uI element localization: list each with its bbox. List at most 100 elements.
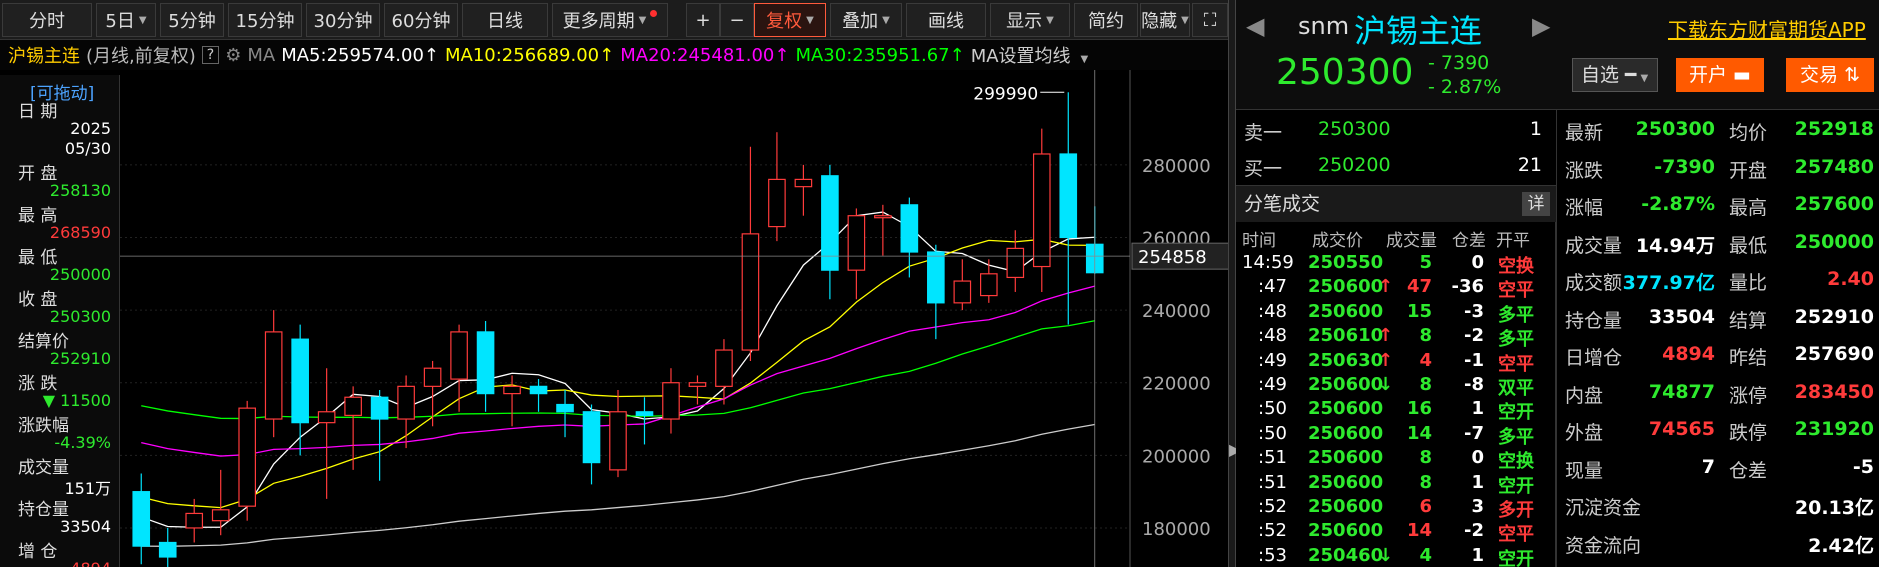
tick-trades-label: 分笔成交 [1244,193,1321,215]
contract-name: 沪锡主连 [1354,12,1483,50]
trade-type: 空平 [1498,353,1534,375]
toolbar-button-0[interactable]: 分时 [2,3,92,37]
toolbar-button-15[interactable]: 隐藏 ▼ [1140,3,1190,37]
candle-body [688,382,707,387]
next-contract-icon[interactable]: ▶ [1532,12,1550,40]
trade-time: :52 [1258,496,1287,517]
trade-price: 250460 [1308,544,1384,566]
notification-dot [650,9,658,17]
toolbar-button-label: 画线 [928,11,964,32]
toolbar-button-1[interactable]: 5日 ▼ [96,3,156,37]
orderbook-price: 250200 [1318,154,1391,176]
toolbar-button-2[interactable]: 5分钟 [160,3,224,37]
candle-body [741,233,760,351]
y-tick-label: 220000 [1142,374,1211,395]
trade-button[interactable]: 交易 ⇅ [1786,58,1874,92]
candle-body [1032,153,1051,268]
stat-value: 2.40 [1827,268,1874,290]
info-value-5-0: 252910 [49,349,111,368]
trade-price: 250600 [1308,520,1384,542]
panel-splitter[interactable] [1228,0,1236,567]
stat-label: 结算 [1729,309,1768,332]
candle-body [635,411,654,416]
info-value-9-0: 33504 [60,517,111,536]
toolbar-button-9[interactable]: − [720,3,754,37]
toolbar-button-label: 30分钟 [313,11,373,32]
trade-price: 250610 [1308,325,1384,347]
stat-row: 资金流向 2.42亿 [1557,525,1879,562]
toolbar-button-13[interactable]: 显示 ▼ [990,3,1070,37]
toolbar-button-7[interactable]: 更多周期 ▼ [552,3,668,37]
orderbook-label: 卖一 [1244,122,1283,144]
stat-value: 231920 [1794,418,1874,440]
info-value-8-0: 151万 [64,479,111,498]
trade-oi-change: -3 [1464,300,1484,322]
stat-label: 现量 [1565,459,1604,482]
trade-oi-change: -1 [1464,349,1484,371]
trade-oi-change: 0 [1471,447,1484,469]
toolbar-button-10[interactable]: 复权 ▼ [754,3,826,37]
open-account-button[interactable]: 开户 ▬ [1676,58,1764,92]
trade-volume: 14 [1406,422,1432,444]
toolbar-button-16[interactable]: ⛶ [1192,3,1228,37]
stat-value: 257690 [1794,343,1874,365]
trade-price: 250550 [1308,252,1384,273]
stat-label: 最新 [1565,122,1604,144]
toolbar-button-14[interactable]: 简约 [1074,3,1138,37]
arrow-up-icon: ↑ [1378,349,1394,371]
arrow-up-icon: ↑ [1378,276,1394,298]
trade-time: :51 [1258,447,1287,469]
watchlist-button[interactable]: 自选 ━ ▼ [1572,58,1658,92]
toolbar-button-label: 日线 [487,11,523,32]
trade-oi-change: -8 [1464,374,1484,395]
trade-row: :49 250630 ↑ 4 -1 空平 [1236,350,1556,375]
download-app-link[interactable]: 下载东方财富期货APP [1668,14,1866,43]
crosshair-info-panel: [可拖动] 日 期 2025 05/30 开 盘 258130 最 高 268590 最 低2… [0,75,120,567]
trade-type: 空开 [1498,548,1534,567]
toolbar-button-8[interactable]: + [686,3,720,37]
trade-type: 多开 [1498,500,1534,521]
toolbar-button-label: + [695,9,711,31]
candle-body [529,385,548,395]
ma-settings-button[interactable]: MA设置均线 ▼ [971,42,1095,68]
ma5-value: MA5:259574.00↑ [281,44,439,66]
trade-oi-change: -2 [1464,325,1484,347]
stat-label: 沉淀资金 [1565,497,1642,519]
stat-row: 最新 250300 均价 252918 [1557,112,1879,149]
toolbar-button-4[interactable]: 30分钟 [306,3,380,37]
trade-price: 250630 [1308,349,1384,371]
trade-volume: 5 [1419,252,1432,273]
candle-body [476,331,495,395]
trade-type: 空换 [1498,451,1534,473]
trade-oi-change: 0 [1471,252,1484,273]
prev-contract-icon[interactable]: ◀ [1246,12,1264,40]
candle-body [397,385,415,420]
plot-background [120,70,1130,567]
gear-icon[interactable]: ⚙ [225,45,241,66]
trades-column-header: 时间 [1242,231,1276,251]
trade-oi-change: -36 [1451,276,1484,298]
toolbar-button-12[interactable]: 画线 [906,3,986,37]
candle-body [662,382,680,420]
candle-body [768,178,786,228]
toolbar-button-5[interactable]: 60分钟 [384,3,458,37]
help-button[interactable]: ? [201,46,220,64]
trade-arrows-icon: ⇅ [1844,64,1860,86]
toolbar-button-label: 叠加 [842,11,879,32]
candle-body [1006,247,1025,279]
toolbar-button-11[interactable]: 叠加 ▼ [830,3,902,37]
trade-time: :53 [1258,544,1287,566]
chevron-down-icon: ▼ [882,14,890,26]
stat-label: 涨幅 [1565,197,1604,219]
toolbar-button-3[interactable]: 15分钟 [228,3,302,37]
candle-body [979,273,998,297]
toolbar-button-6[interactable]: 日线 [462,3,548,37]
stat-label: 均价 [1729,122,1768,144]
candle-body [132,491,151,547]
arrow-down-icon: ↓ [1378,544,1394,566]
ma-label: MA [247,44,276,66]
kline-chart[interactable]: 2800002600002400002200002000001800002548… [0,70,1234,567]
candle-body [264,331,283,420]
detail-button[interactable]: 详 [1522,192,1550,216]
candle-body [556,403,574,413]
